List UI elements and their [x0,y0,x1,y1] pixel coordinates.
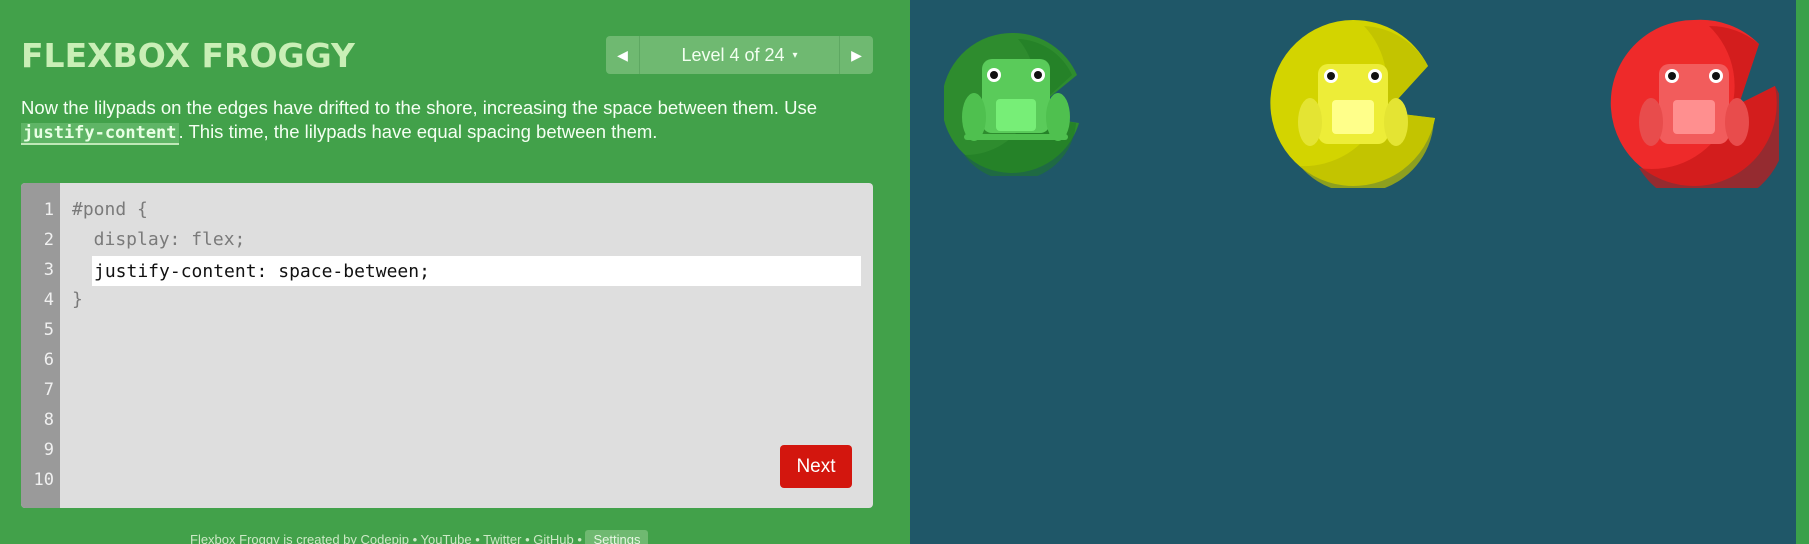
youtube-link[interactable]: YouTube [421,532,472,544]
github-link[interactable]: GitHub [533,532,573,544]
instructions-text-before: Now the lilypads on the edges have drift… [21,97,817,118]
next-button[interactable]: Next [780,445,852,488]
line-number: 1 [43,200,54,220]
separator: • [521,532,534,544]
code-line-2: display: flex; [72,229,246,250]
credits-prefix: Flexbox Froggy is created by [190,532,361,544]
level-selector[interactable]: Level 4 of 24 ▾ [640,36,839,74]
code-line-1: #pond { [72,199,148,220]
line-number: 5 [43,320,54,340]
board-edge [1796,0,1809,544]
triangle-left-icon: ◀ [617,46,628,63]
footer-credits: Flexbox Froggy is created by Codepip • Y… [190,530,649,544]
green-lilypad-frog [944,32,1079,176]
red-lilypad-frog [1610,19,1779,188]
app-title: FLEXBOX FROGGY [21,36,355,75]
twitter-link[interactable]: Twitter [483,532,521,544]
line-number: 7 [43,380,54,400]
line-number-gutter: 1 2 3 4 5 6 7 8 9 10 [21,183,60,508]
code-line-4: } [72,289,83,310]
previous-level-button[interactable]: ◀ [606,36,640,74]
codepip-link[interactable]: Codepip [361,532,409,544]
instructions-text-after: . This time, the lilypads have equal spa… [178,121,658,142]
level-navigation: ◀ Level 4 of 24 ▾ ▶ [606,36,873,74]
css-answer-input[interactable] [92,256,861,286]
line-number: 2 [43,230,54,250]
level-instructions: Now the lilypads on the edges have drift… [21,96,881,145]
sidebar: FLEXBOX FROGGY ◀ Level 4 of 24 ▾ ▶ Now t… [0,0,910,544]
separator: • [573,532,586,544]
caret-down-icon: ▾ [792,49,798,61]
level-label: Level 4 of 24 [681,44,785,65]
yellow-lilypad-frog [1270,19,1435,188]
pond-board [910,0,1796,544]
triangle-right-icon: ▶ [851,46,862,63]
line-number: 3 [43,260,54,280]
justify-content-code-tooltip[interactable]: justify-content [21,123,179,145]
line-number: 6 [43,350,54,370]
separator: • [408,532,421,544]
line-number: 9 [43,440,54,460]
next-level-button[interactable]: ▶ [839,36,873,74]
css-editor: 1 2 3 4 5 6 7 8 9 10 #pond { display: fl… [21,183,873,508]
line-number: 10 [33,470,54,490]
separator: • [471,532,484,544]
line-number: 8 [43,410,54,430]
settings-button[interactable]: Settings [585,530,649,544]
line-number: 4 [43,290,54,310]
